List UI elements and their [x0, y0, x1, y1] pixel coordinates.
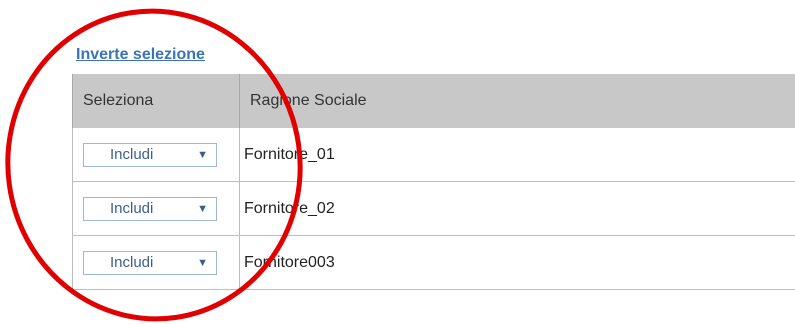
- include-select[interactable]: Includi ▼: [83, 142, 217, 167]
- select-cell: Includi ▼: [72, 128, 240, 182]
- table-row: Includi ▼ Fornitore_02: [72, 181, 795, 236]
- chevron-down-icon: ▼: [197, 148, 208, 161]
- include-select[interactable]: Includi ▼: [83, 250, 217, 275]
- chevron-down-icon: ▼: [197, 202, 208, 215]
- column-header-company-name: Ragione Sociale: [239, 74, 795, 128]
- page: Inverte selezione Seleziona Ragione Soci…: [0, 0, 795, 324]
- company-name-cell: Fornitore003: [239, 235, 795, 290]
- include-select[interactable]: Includi ▼: [83, 196, 217, 221]
- company-name-cell: Fornitore_01: [239, 128, 795, 182]
- select-value: Includi: [110, 146, 154, 163]
- select-value: Includi: [110, 200, 154, 217]
- column-header-select: Seleziona: [72, 74, 240, 128]
- company-name-cell: Fornitore_02: [239, 181, 795, 236]
- select-value: Includi: [110, 254, 154, 271]
- table-header-row: Seleziona Ragione Sociale: [72, 74, 795, 128]
- invert-selection-link[interactable]: Inverte selezione: [76, 46, 205, 64]
- chevron-down-icon: ▼: [197, 256, 208, 269]
- table-row: Includi ▼ Fornitore003: [72, 235, 795, 290]
- table-row: Includi ▼ Fornitore_01: [72, 128, 795, 182]
- select-cell: Includi ▼: [72, 235, 240, 290]
- select-cell: Includi ▼: [72, 181, 240, 236]
- supplier-table: Seleziona Ragione Sociale Includi ▼ Forn…: [72, 74, 795, 290]
